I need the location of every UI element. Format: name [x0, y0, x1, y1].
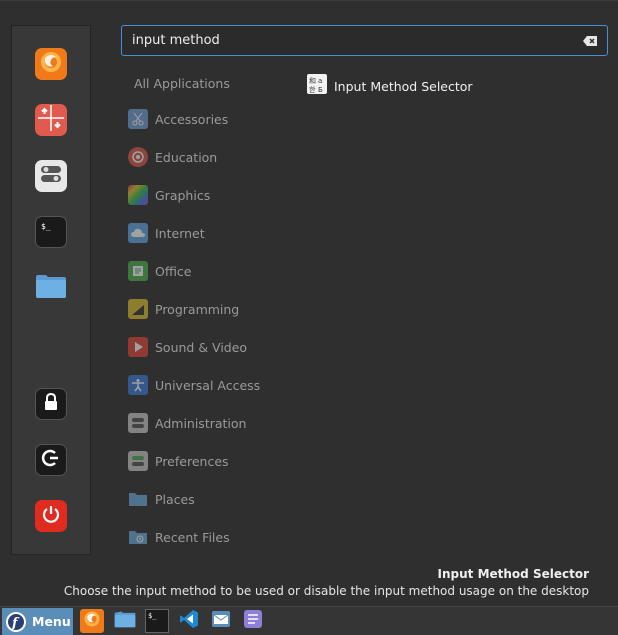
- logout-icon: [41, 448, 61, 472]
- category-education[interactable]: Education: [128, 143, 298, 171]
- category-label: Sound & Video: [155, 339, 248, 355]
- graphics-icon: [128, 185, 148, 205]
- category-preferences[interactable]: Preferences: [128, 447, 298, 475]
- category-sound-video[interactable]: Sound & Video: [128, 333, 298, 361]
- favorites-sidebar: $_: [11, 25, 91, 555]
- panel-files-launcher[interactable]: [113, 609, 137, 633]
- menu-label: Menu: [32, 614, 71, 629]
- svg-text:한: 한: [309, 86, 316, 94]
- category-label: Administration: [155, 415, 247, 431]
- panel-vscode-launcher[interactable]: [177, 609, 201, 633]
- software-manager-icon: [38, 105, 64, 135]
- menu-button[interactable]: f Menu: [2, 608, 73, 635]
- panel-firefox-launcher[interactable]: [80, 609, 104, 633]
- cloud-icon: [128, 223, 148, 243]
- clear-search-icon[interactable]: [583, 35, 597, 46]
- programming-icon: [128, 299, 148, 319]
- description-text: Choose the input method to be used or di…: [63, 584, 589, 598]
- category-label: Accessories: [155, 111, 229, 127]
- preferences-icon: [128, 451, 148, 471]
- favorite-software-manager-button[interactable]: [35, 104, 67, 136]
- description-title: Input Method Selector: [437, 567, 589, 581]
- svg-text:$_: $_: [148, 612, 157, 620]
- svg-text:Б: Б: [318, 86, 323, 94]
- bottom-panel: f Menu $_: [0, 606, 618, 635]
- category-recent-files[interactable]: Recent Files: [128, 523, 298, 551]
- application-menu: $_ input method All Applications Accesso…: [0, 0, 618, 606]
- category-office[interactable]: Office: [128, 257, 298, 285]
- category-universal-access[interactable]: Universal Access: [128, 371, 298, 399]
- accessibility-icon: [128, 375, 148, 395]
- category-programming[interactable]: Programming: [128, 295, 298, 323]
- power-icon: [41, 504, 61, 528]
- logout-button[interactable]: [35, 444, 67, 476]
- folder-icon: [35, 273, 67, 303]
- category-label: Places: [155, 491, 195, 507]
- input-method-icon: 和a한Б: [307, 74, 327, 98]
- lock-screen-button[interactable]: [35, 388, 67, 420]
- category-label: Recent Files: [155, 529, 230, 545]
- category-label: Internet: [155, 225, 205, 241]
- svg-text:$_: $_: [41, 222, 51, 231]
- category-label: Programming: [155, 301, 240, 317]
- svg-text:和: 和: [309, 76, 316, 85]
- text-editor-icon: [243, 609, 263, 633]
- category-places[interactable]: Places: [128, 485, 298, 513]
- category-administration[interactable]: Administration: [128, 409, 298, 437]
- vscode-icon: [179, 609, 199, 633]
- category-graphics[interactable]: Graphics: [128, 181, 298, 209]
- category-all-applications[interactable]: All Applications: [128, 69, 298, 97]
- terminal-icon: $_: [39, 218, 63, 246]
- category-label: Preferences: [155, 453, 229, 469]
- favorite-files-button[interactable]: [35, 272, 67, 304]
- search-result-item[interactable]: 和a한Б Input Method Selector: [307, 74, 547, 98]
- panel-terminal-launcher[interactable]: $_: [145, 609, 169, 633]
- category-label: Graphics: [155, 187, 211, 203]
- favorite-terminal-button[interactable]: $_: [35, 216, 67, 248]
- category-label: Office: [155, 263, 192, 279]
- mail-icon: [211, 610, 231, 632]
- shutdown-button[interactable]: [35, 500, 67, 532]
- play-icon: [128, 337, 148, 357]
- firefox-icon: [39, 50, 63, 78]
- panel-mail-launcher[interactable]: [209, 609, 233, 633]
- administration-icon: [128, 413, 148, 433]
- category-accessories[interactable]: Accessories: [128, 105, 298, 133]
- search-result-label: Input Method Selector: [334, 78, 473, 94]
- education-icon: [128, 147, 148, 167]
- folder-icon: [114, 610, 136, 632]
- category-label: Universal Access: [155, 377, 261, 393]
- folder-icon: [128, 489, 148, 509]
- fedora-logo-icon: f: [5, 611, 27, 633]
- recent-files-icon: [128, 527, 148, 547]
- favorite-firefox-button[interactable]: [35, 48, 67, 80]
- category-internet[interactable]: Internet: [128, 219, 298, 247]
- category-label: All Applications: [134, 75, 230, 91]
- settings-toggle-icon: [39, 162, 63, 190]
- office-icon: [128, 261, 148, 281]
- search-input[interactable]: [132, 33, 583, 48]
- category-label: Education: [155, 149, 218, 165]
- terminal-icon: $_: [147, 609, 167, 633]
- favorite-settings-button[interactable]: [35, 160, 67, 192]
- lock-icon: [41, 392, 61, 416]
- scissors-icon: [128, 109, 148, 129]
- panel-text-editor-launcher[interactable]: [241, 609, 265, 633]
- firefox-icon: [83, 610, 101, 632]
- svg-text:a: a: [318, 77, 322, 85]
- search-box[interactable]: [121, 25, 608, 56]
